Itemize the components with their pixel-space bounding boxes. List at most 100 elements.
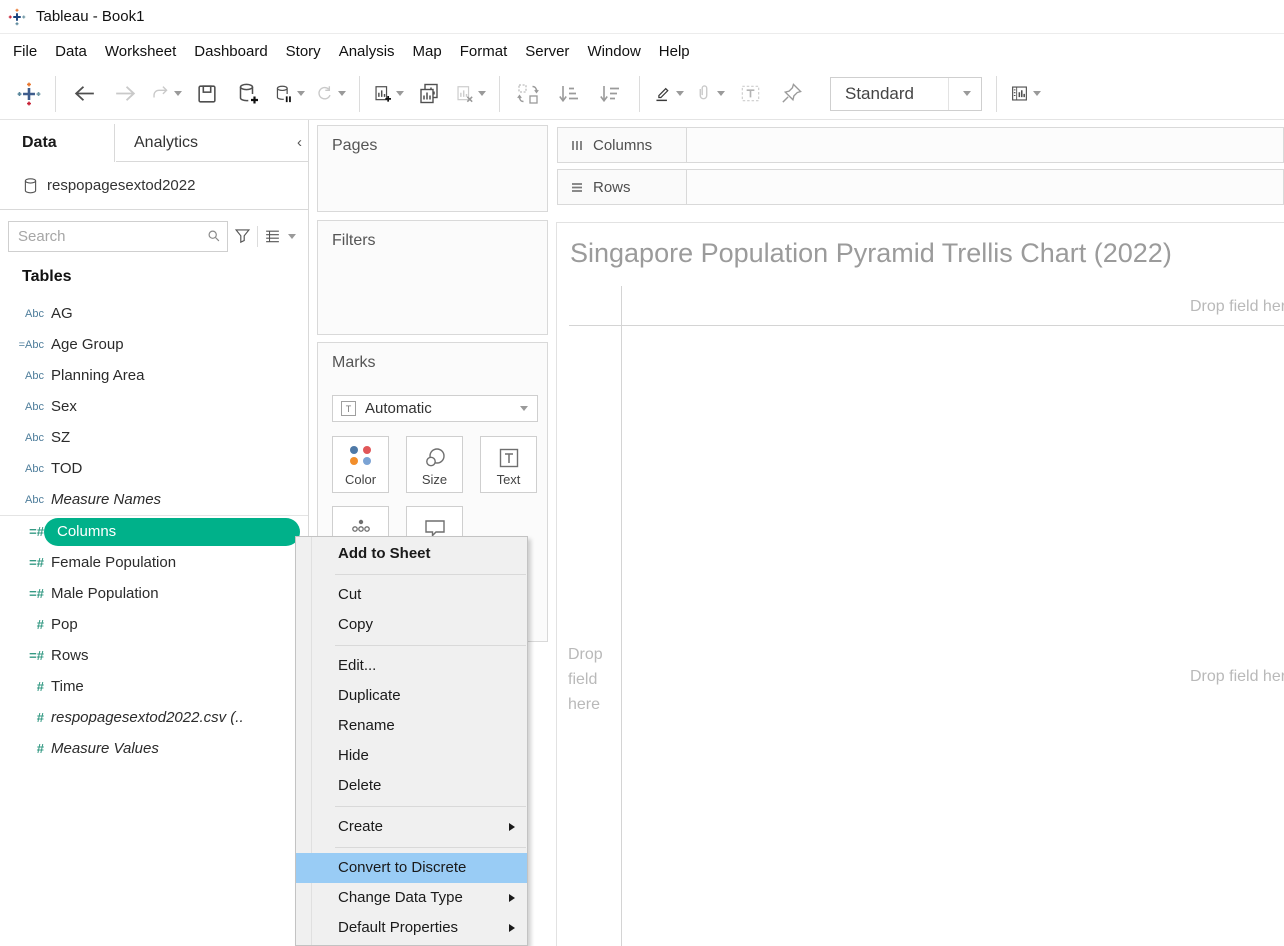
mark-type-dropdown-icon xyxy=(520,406,528,411)
text-button[interactable]: Text xyxy=(480,436,537,493)
highlight-dropdown-icon xyxy=(676,91,684,96)
field-csv-count[interactable]: # respopagesextod2022.csv (.. xyxy=(0,702,308,733)
view-data-grid-dropdown-icon[interactable] xyxy=(288,234,296,239)
field-measure-names[interactable]: Abc Measure Names xyxy=(0,484,308,515)
redo-button[interactable] xyxy=(109,78,141,110)
menu-item-edit[interactable]: Edit... xyxy=(296,651,527,681)
menu-separator xyxy=(335,806,526,807)
pause-auto-updates-button[interactable] xyxy=(273,78,305,110)
menu-item-rename[interactable]: Rename xyxy=(296,711,527,741)
field-female-population[interactable]: =# Female Population xyxy=(0,547,308,578)
group-dropdown-icon xyxy=(717,91,725,96)
menu-window[interactable]: Window xyxy=(578,43,649,60)
toolbar-separator xyxy=(499,76,500,112)
save-button[interactable] xyxy=(191,78,223,110)
menu-dashboard[interactable]: Dashboard xyxy=(185,43,276,60)
automatic-mark-icon: T xyxy=(341,401,356,416)
calculated-number-icon: =# xyxy=(14,586,44,601)
menu-item-hide[interactable]: Hide xyxy=(296,741,527,771)
field-sex[interactable]: Abc Sex xyxy=(0,391,308,422)
menu-item-delete[interactable]: Delete xyxy=(296,771,527,801)
fit-selector[interactable]: Standard xyxy=(830,77,982,111)
menu-analysis[interactable]: Analysis xyxy=(330,43,404,60)
columns-icon xyxy=(570,139,584,152)
field-age-group[interactable]: =Abc Age Group xyxy=(0,329,308,360)
calculated-abc-icon: =Abc xyxy=(14,339,44,351)
new-worksheet-button[interactable] xyxy=(372,78,404,110)
sheet-title[interactable]: Singapore Population Pyramid Trellis Cha… xyxy=(570,238,1172,269)
field-tod[interactable]: Abc TOD xyxy=(0,453,308,484)
drop-field-hint-top: Drop field here xyxy=(1190,298,1284,316)
menu-item-change-data-type[interactable]: Change Data Type xyxy=(296,883,527,913)
show-me-button[interactable] xyxy=(1009,78,1041,110)
menu-item-duplicate[interactable]: Duplicate xyxy=(296,681,527,711)
rows-shelf-label: Rows xyxy=(557,169,687,205)
field-measure-values[interactable]: # Measure Values xyxy=(0,733,308,764)
run-update-dropdown-icon xyxy=(338,91,346,96)
field-pop[interactable]: # Pop xyxy=(0,609,308,640)
menu-bar: File Data Worksheet Dashboard Story Anal… xyxy=(0,34,699,68)
field-sz[interactable]: Abc SZ xyxy=(0,422,308,453)
field-planning-area[interactable]: Abc Planning Area xyxy=(0,360,308,391)
replay-button[interactable] xyxy=(150,78,182,110)
menu-file[interactable]: File xyxy=(4,43,46,60)
menu-item-convert-to-discrete[interactable]: Convert to Discrete xyxy=(296,853,527,883)
mark-type-dropdown[interactable]: T Automatic xyxy=(332,395,538,422)
pages-card[interactable]: Pages xyxy=(317,125,548,212)
undo-button[interactable] xyxy=(68,78,100,110)
search-input[interactable] xyxy=(8,221,228,252)
menu-story[interactable]: Story xyxy=(277,43,330,60)
tableau-logo-icon[interactable] xyxy=(16,81,42,107)
field-ag[interactable]: Abc AG xyxy=(0,298,308,329)
tab-analytics[interactable]: Analytics xyxy=(116,124,291,162)
menu-item-cut[interactable]: Cut xyxy=(296,580,527,610)
replay-dropdown-icon xyxy=(174,91,182,96)
menu-format[interactable]: Format xyxy=(451,43,517,60)
axis-line-vertical xyxy=(621,286,622,946)
menu-data[interactable]: Data xyxy=(46,43,96,60)
menu-item-copy[interactable]: Copy xyxy=(296,610,527,640)
window-title: Tableau - Book1 xyxy=(36,8,144,25)
highlight-button[interactable] xyxy=(652,78,684,110)
filters-card[interactable]: Filters xyxy=(317,220,548,335)
field-male-population[interactable]: =# Male Population xyxy=(0,578,308,609)
pages-label: Pages xyxy=(318,126,547,155)
menu-help[interactable]: Help xyxy=(650,43,699,60)
menu-item-add-to-sheet[interactable]: Add to Sheet xyxy=(296,539,527,569)
color-button[interactable]: Color xyxy=(332,436,389,493)
run-update-button[interactable] xyxy=(314,78,346,110)
menu-server[interactable]: Server xyxy=(516,43,578,60)
collapse-pane-icon[interactable] xyxy=(291,124,308,162)
menu-map[interactable]: Map xyxy=(404,43,451,60)
field-columns-selected[interactable]: =# Columns xyxy=(0,516,308,547)
field-time[interactable]: # Time xyxy=(0,671,308,702)
search-icon xyxy=(206,228,222,244)
toolbar-separator xyxy=(639,76,640,112)
clear-sheet-button[interactable] xyxy=(454,78,486,110)
field-rows[interactable]: =# Rows xyxy=(0,640,308,671)
data-source-item[interactable]: respopagesextod2022 xyxy=(0,162,308,210)
sort-ascending-button[interactable] xyxy=(553,78,585,110)
data-pane: Data Analytics respopagesextod2022 xyxy=(0,120,309,946)
menu-worksheet[interactable]: Worksheet xyxy=(96,43,185,60)
rows-shelf-drop-area[interactable] xyxy=(686,169,1284,205)
duplicate-sheet-button[interactable] xyxy=(413,78,445,110)
show-mark-labels-button[interactable] xyxy=(734,78,766,110)
swap-rows-and-columns-button[interactable] xyxy=(512,78,544,110)
view-data-grid-icon[interactable] xyxy=(264,228,281,245)
columns-shelf-drop-area[interactable] xyxy=(686,127,1284,163)
fit-selector-dropdown-icon[interactable] xyxy=(948,78,981,110)
group-members-button[interactable] xyxy=(693,78,725,110)
tableau-logo-icon xyxy=(8,8,26,26)
tab-data[interactable]: Data xyxy=(0,124,115,162)
sort-descending-button[interactable] xyxy=(594,78,626,110)
new-data-source-button[interactable] xyxy=(232,78,264,110)
tables-header: Tables xyxy=(22,268,72,286)
menu-item-default-properties[interactable]: Default Properties xyxy=(296,913,527,943)
new-worksheet-dropdown-icon xyxy=(396,91,404,96)
size-button[interactable]: Size xyxy=(406,436,463,493)
fix-axes-button[interactable] xyxy=(775,78,807,110)
filter-funnel-icon[interactable] xyxy=(234,227,251,244)
menu-item-create[interactable]: Create xyxy=(296,812,527,842)
tableau-window: Tableau - Book1 File Data Worksheet Dash… xyxy=(0,0,1284,946)
